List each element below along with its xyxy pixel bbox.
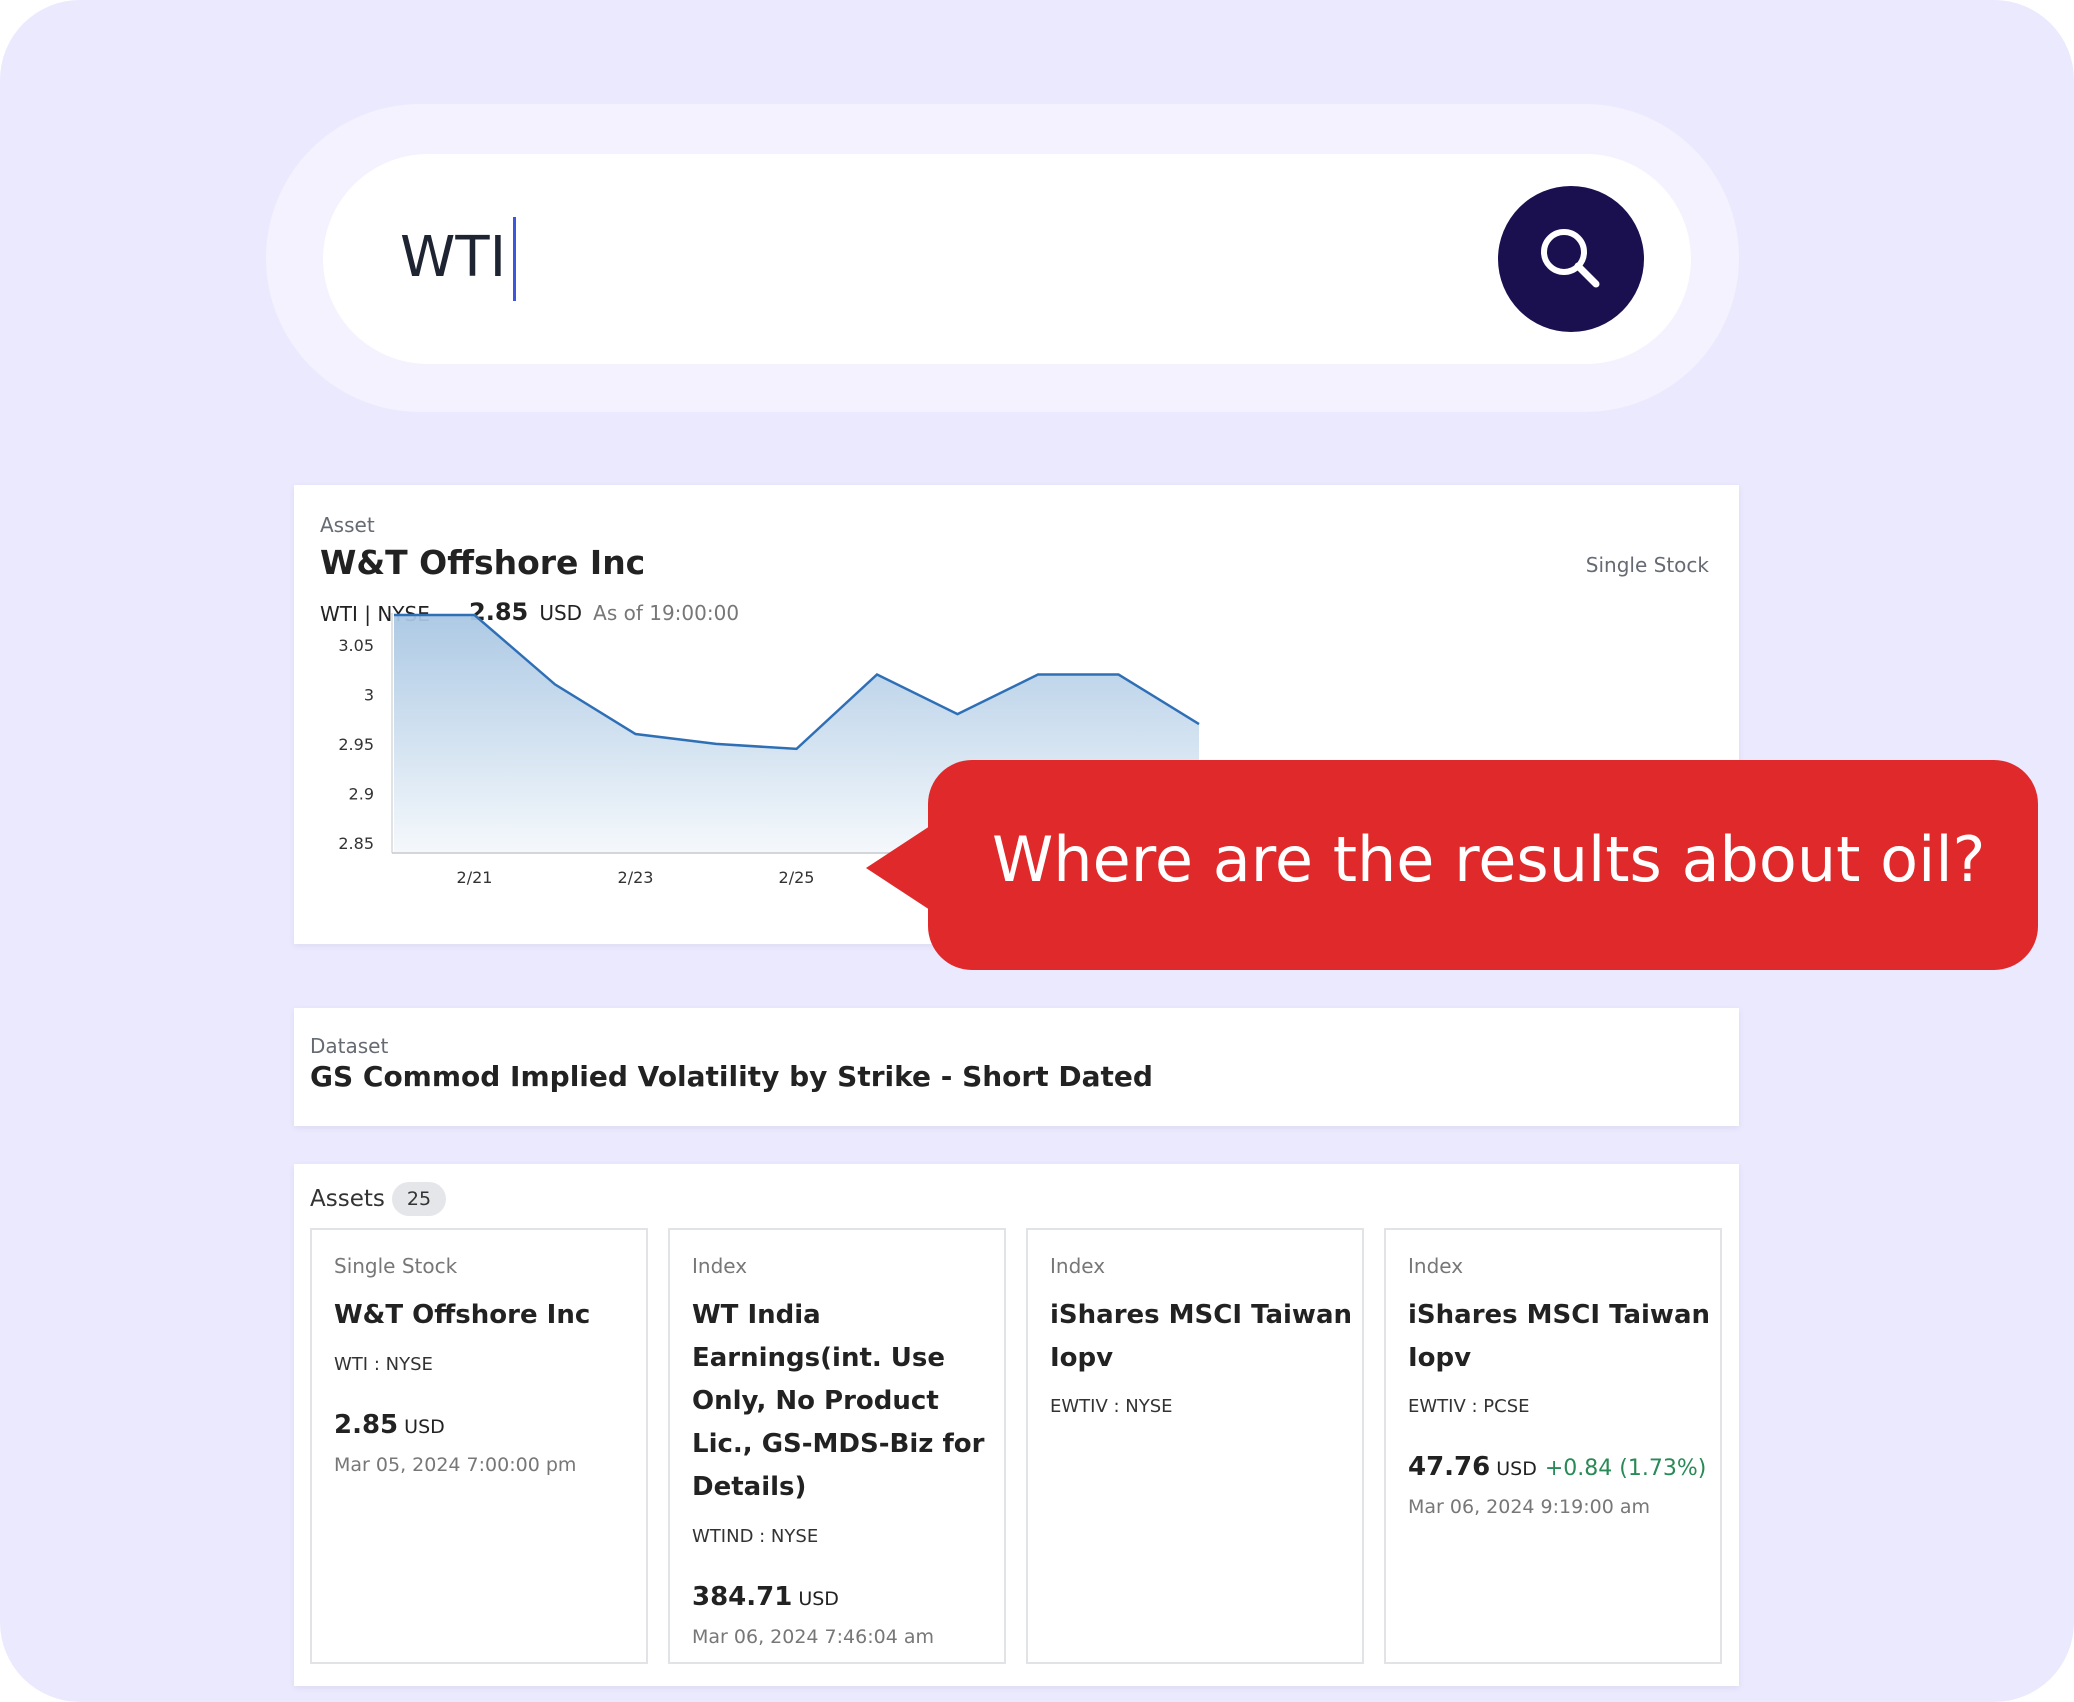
- chart-y-tick-label: 2.85: [338, 834, 374, 853]
- asset-tile-currency: USD: [1496, 1458, 1537, 1480]
- asset-tile-price: 47.76: [1408, 1452, 1491, 1482]
- asset-tile-price-line: 2.85 USD: [334, 1410, 445, 1440]
- asset-tile-type: Single Stock: [334, 1254, 458, 1278]
- asset-tile-symbol: EWTIV : NYSE: [1050, 1396, 1173, 1417]
- assets-section: Assets 25 Single Stock W&T Offshore Inc …: [294, 1164, 1739, 1686]
- asset-tile[interactable]: Index iShares MSCI Taiwan Iopv EWTIV : P…: [1384, 1228, 1722, 1664]
- chart-y-tick-label: 2.9: [349, 785, 374, 804]
- asset-tile-name[interactable]: WT India Earnings(int. Use Only, No Prod…: [692, 1294, 1002, 1509]
- callout-text: Where are the results about oil?: [992, 823, 1986, 896]
- asset-tile-currency: USD: [798, 1588, 839, 1610]
- asset-tile-type: Index: [1408, 1254, 1464, 1278]
- asset-tile[interactable]: Index iShares MSCI Taiwan Iopv EWTIV : N…: [1026, 1228, 1364, 1664]
- asset-tile-name[interactable]: iShares MSCI Taiwan Iopv: [1408, 1294, 1718, 1380]
- app-canvas: WTI Asset W&T Offshore Inc Single Stock …: [0, 0, 2074, 1702]
- asset-tile-type: Index: [692, 1254, 748, 1278]
- search-button[interactable]: [1498, 186, 1644, 332]
- dataset-result-card[interactable]: Dataset GS Commod Implied Volatility by …: [294, 1008, 1739, 1126]
- text-caret: [513, 217, 516, 301]
- assets-section-label: Assets: [310, 1186, 385, 1212]
- asset-tile-price: 2.85: [334, 1410, 399, 1440]
- asset-tile-name[interactable]: iShares MSCI Taiwan Iopv: [1050, 1294, 1360, 1380]
- asset-tile-symbol: WTIND : NYSE: [692, 1526, 819, 1547]
- asset-tile-timestamp: Mar 06, 2024 7:46:04 am: [692, 1626, 934, 1648]
- chart-x-tick-label: 2/25: [779, 868, 815, 887]
- asset-tile-symbol: WTI : NYSE: [334, 1354, 433, 1375]
- asset-tile-price: 384.71: [692, 1582, 793, 1612]
- asset-tile-type: Index: [1050, 1254, 1106, 1278]
- asset-tile-symbol: EWTIV : PCSE: [1408, 1396, 1530, 1417]
- chart-y-tick-label: 3.05: [338, 636, 374, 655]
- asset-tile[interactable]: Index WT India Earnings(int. Use Only, N…: [668, 1228, 1006, 1664]
- asset-tile-price-line: 384.71 USD: [692, 1582, 839, 1612]
- chart-x-tick-label: 2/21: [457, 868, 493, 887]
- assets-count-badge: 25: [392, 1182, 446, 1216]
- search-icon: [1541, 229, 1600, 288]
- asset-tile[interactable]: Single Stock W&T Offshore Inc WTI : NYSE…: [310, 1228, 648, 1664]
- asset-tile-name[interactable]: W&T Offshore Inc: [334, 1294, 644, 1337]
- search-input[interactable]: [323, 154, 1691, 364]
- asset-tile-change: +0.84 (1.73%): [1544, 1456, 1707, 1481]
- chart-y-tick-label: 2.95: [338, 735, 374, 754]
- asset-tile-timestamp: Mar 06, 2024 9:19:00 am: [1408, 1496, 1650, 1518]
- asset-tile-timestamp: Mar 05, 2024 7:00:00 pm: [334, 1454, 577, 1476]
- asset-tile-price-line: 47.76 USD +0.84 (1.73%): [1408, 1452, 1706, 1482]
- dataset-name[interactable]: GS Commod Implied Volatility by Strike -…: [310, 1060, 1153, 1093]
- callout-pointer: [866, 826, 930, 910]
- search-query-text[interactable]: WTI: [400, 218, 506, 298]
- dataset-kind-label: Dataset: [310, 1034, 389, 1058]
- asset-tile-currency: USD: [404, 1416, 445, 1438]
- chart-y-tick-label: 3: [364, 685, 374, 704]
- chart-x-tick-label: 2/23: [618, 868, 654, 887]
